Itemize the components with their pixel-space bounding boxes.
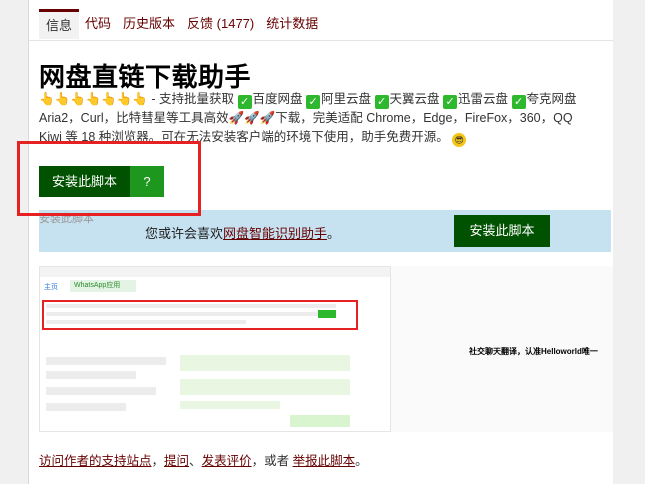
tab-code[interactable]: 代码	[79, 9, 117, 39]
promo-link[interactable]: 网盘智能识别助手	[223, 226, 327, 241]
thumb-tab-whatsapp: WhatsApp应用	[70, 280, 136, 292]
description-intro: - 支持批量获取	[147, 92, 238, 106]
service-baidu: 百度网盘	[252, 92, 303, 106]
promo-install-button[interactable]: 安装此脚本	[454, 215, 550, 247]
thumb-chat-bubble	[180, 379, 350, 395]
service-quark: 夸克网盘	[526, 92, 577, 106]
description-line-1: 👆👆👆👆👆👆👆 - 支持批量获取 ✓ 百度网盘 ✓ 阿里云盘 ✓ 天翼云盘 ✓ 迅雷云盘…	[39, 90, 613, 109]
footer-sep-3: ，或者	[251, 454, 293, 468]
thumb-row	[46, 304, 336, 308]
thumb-titlebar	[40, 267, 390, 277]
script-title: 网盘直链下载助手	[39, 62, 252, 92]
description-line-2: Aria2，Curl，比特彗星等工具高效🚀🚀🚀下载，完美适配 Chrome，Ed…	[39, 111, 573, 125]
thumb-row	[46, 320, 246, 324]
report-script-link[interactable]: 举报此脚本	[293, 454, 356, 468]
footer-end: 。	[355, 454, 368, 468]
promo-banner: 您或许会喜欢网盘智能识别助手。 安装此脚本	[39, 210, 611, 252]
service-aliyun: 阿里云盘	[321, 92, 372, 106]
promo-text: 您或许会喜欢网盘智能识别助手。	[145, 223, 340, 242]
sunglasses-emoji-icon: 😎	[452, 133, 467, 147]
promo-text-before: 您或许会喜欢	[145, 226, 224, 241]
thumb-chat-bubble	[290, 415, 350, 427]
thumb-chat-bubble	[180, 355, 350, 371]
thumb-list-item	[46, 357, 166, 365]
screenshot-gallery: 主页 WhatsApp应用 社交聊天翻译，认准Helloworld唯一	[39, 266, 613, 432]
ask-question-link[interactable]: 提问	[164, 454, 189, 468]
thumb-list-item	[46, 387, 156, 395]
tab-info[interactable]: 信息	[39, 9, 80, 39]
footer-sep-2: 、	[189, 454, 202, 468]
script-page: 信息 代码 历史版本 反馈 (1477) 统计数据 网盘直链下载助手 👆👆👆👆👆…	[28, 0, 613, 484]
check-icon: ✓	[374, 95, 389, 109]
thumb-green-button	[318, 310, 336, 318]
thumb-tab-home: 主页	[44, 284, 58, 291]
promo-text-after: 。	[327, 226, 341, 241]
tabs-divider	[29, 40, 613, 41]
script-description: 👆👆👆👆👆👆👆 - 支持批量获取 ✓ 百度网盘 ✓ 阿里云盘 ✓ 天翼云盘 ✓ 迅雷云盘…	[39, 90, 613, 147]
pointing-hands-icon: 👆👆👆👆👆👆👆	[39, 92, 148, 106]
service-tianyi: 天翼云盘	[389, 92, 440, 106]
support-site-link[interactable]: 访问作者的支持站点	[39, 454, 152, 468]
thumb-list-item	[46, 403, 126, 411]
check-icon: ✓	[443, 95, 458, 109]
screenshot-caption: 社交聊天翻译，认准Helloworld唯一	[469, 347, 598, 356]
highlight-frame	[17, 141, 201, 216]
thumb-row	[46, 312, 336, 316]
page-footer: 访问作者的支持站点，提问、发表评价，或者 举报此脚本。	[39, 450, 368, 469]
thumb-list-item	[46, 371, 136, 379]
service-xunlei: 迅雷云盘	[458, 92, 509, 106]
check-icon: ✓	[237, 95, 252, 109]
check-icon: ✓	[306, 95, 321, 109]
tab-stats[interactable]: 统计数据	[260, 9, 324, 39]
screenshot-thumbnail[interactable]: 主页 WhatsApp应用	[39, 266, 391, 432]
post-review-link[interactable]: 发表评价	[202, 454, 252, 468]
check-icon: ✓	[511, 95, 526, 109]
thumb-chat-bubble	[180, 401, 280, 409]
tab-history[interactable]: 历史版本	[117, 9, 181, 39]
footer-sep-1: ，	[151, 454, 165, 468]
script-tabs: 信息 代码 历史版本 反馈 (1477) 统计数据	[29, 8, 324, 40]
tab-feedback[interactable]: 反馈 (1477)	[181, 9, 260, 39]
